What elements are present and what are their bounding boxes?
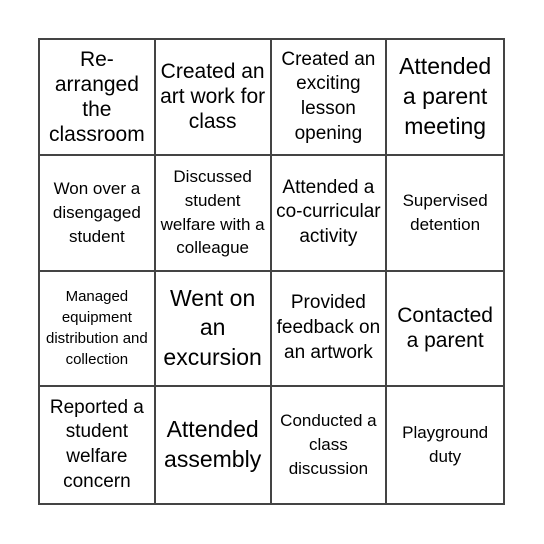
cell-text: Managed equipment distribution and colle… bbox=[46, 288, 148, 369]
bingo-cell[interactable]: Won over a disengaged student bbox=[40, 155, 156, 272]
bingo-cell[interactable]: Playground duty bbox=[387, 387, 503, 503]
cell-text: Discussed student welfare with a colleag… bbox=[160, 167, 265, 258]
cell-text: Supervised detention bbox=[402, 190, 488, 234]
bingo-cell[interactable]: Provided feedback on an artwork bbox=[271, 271, 388, 388]
cell-text: Attended a co-curricular activity bbox=[276, 176, 381, 247]
cell-text: Provided feedback on an artwork bbox=[276, 292, 381, 363]
cell-text: Contacted a parent bbox=[397, 304, 493, 353]
bingo-cell[interactable]: Created an exciting lesson opening bbox=[271, 40, 388, 156]
cell-text: Created an art work for class bbox=[160, 60, 266, 134]
bingo-board: Re-arranged the classroom Created an art… bbox=[38, 38, 505, 505]
bingo-cell[interactable]: Attended a parent meeting bbox=[387, 40, 503, 156]
cell-text: Went on an excursion bbox=[163, 284, 262, 371]
bingo-cell[interactable]: Supervised detention bbox=[387, 156, 503, 272]
cell-text: Re-arranged the classroom bbox=[49, 47, 145, 147]
cell-text: Created an exciting lesson opening bbox=[281, 48, 376, 144]
bingo-cell[interactable]: Reported a student welfare concern bbox=[40, 387, 156, 503]
cell-text: Conducted a class discussion bbox=[280, 411, 377, 479]
bingo-cell[interactable]: Created an art work for class bbox=[155, 40, 272, 156]
cell-text: Reported a student welfare concern bbox=[49, 396, 144, 492]
cell-text: Playground duty bbox=[402, 423, 489, 467]
bingo-cell[interactable]: Discussed student welfare with a colleag… bbox=[155, 155, 272, 272]
bingo-cell[interactable]: Attended a co-curricular activity bbox=[271, 155, 388, 272]
bingo-cell[interactable]: Contacted a parent bbox=[387, 272, 503, 388]
bingo-cell[interactable]: Re-arranged the classroom bbox=[40, 40, 156, 156]
cell-text: Attended a parent meeting bbox=[399, 53, 492, 139]
bingo-cell[interactable]: Conducted a class discussion bbox=[272, 387, 388, 503]
cell-text: Attended assembly bbox=[164, 416, 262, 473]
cell-text: Won over a disengaged student bbox=[52, 178, 141, 246]
bingo-cell[interactable]: Managed equipment distribution and colle… bbox=[40, 271, 156, 388]
bingo-cell[interactable]: Went on an excursion bbox=[155, 271, 272, 388]
bingo-cell[interactable]: Attended assembly bbox=[156, 387, 272, 503]
